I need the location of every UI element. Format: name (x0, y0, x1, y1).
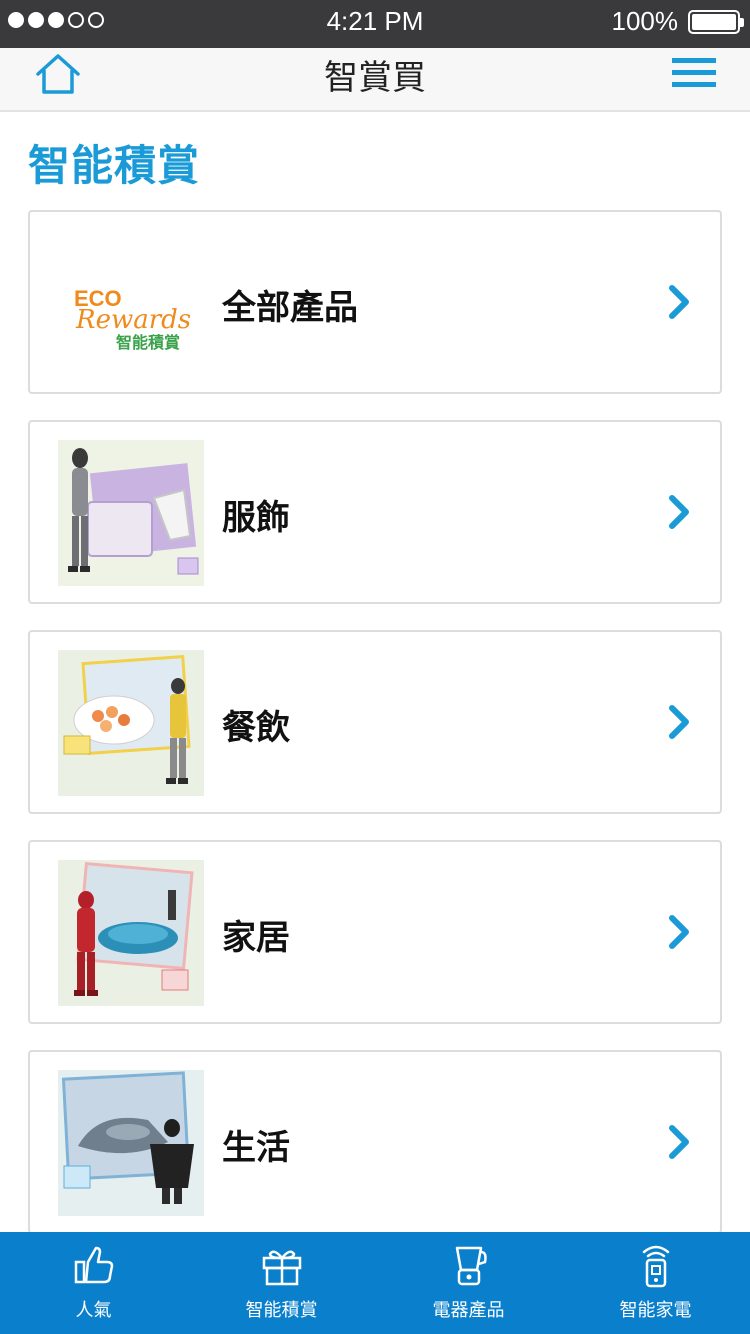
logo-chinese-text: 智能積賞 (116, 333, 180, 352)
chevron-right-icon (669, 285, 689, 319)
dining-thumbnail-image (58, 650, 204, 796)
category-label: 服飾 (222, 498, 290, 538)
tab-label: 智能積賞 (245, 1300, 318, 1321)
category-label: 全部產品 (222, 288, 358, 328)
living-thumbnail-image (58, 1070, 204, 1216)
eco-rewards-logo: ECO Rewards 智能積賞 (58, 230, 204, 376)
category-card-home[interactable]: 家居 (28, 840, 722, 1024)
tab-eco-rewards[interactable]: 智能積賞 (188, 1232, 375, 1334)
category-card-fashion[interactable]: 服飾 (28, 420, 722, 604)
section-title: 智能積賞 (28, 141, 201, 190)
battery-percentage: 100% (611, 6, 679, 36)
gift-icon (262, 1250, 301, 1286)
blender-icon (455, 1246, 487, 1286)
tab-label: 電器產品 (432, 1300, 505, 1321)
category-label: 生活 (222, 1128, 290, 1168)
tab-popular[interactable]: 人氣 (0, 1232, 187, 1334)
category-label: 餐飲 (222, 708, 290, 748)
home-thumbnail-image (58, 860, 204, 1006)
chevron-right-icon (669, 915, 689, 949)
smart-remote-icon (642, 1245, 669, 1288)
chevron-right-icon (669, 495, 689, 529)
category-card-living[interactable]: 生活 (28, 1050, 722, 1234)
thumbs-up-icon (74, 1246, 113, 1284)
chevron-right-icon (669, 705, 689, 739)
tab-smart-appliances[interactable]: 智能家電 (562, 1232, 749, 1334)
tab-appliances[interactable]: 電器產品 (375, 1232, 562, 1334)
category-card-all-products[interactable]: ECO Rewards 智能積賞 全部產品 (28, 210, 722, 394)
category-card-dining[interactable]: 餐飲 (28, 630, 722, 814)
nav-header: 智賞買 (0, 48, 750, 112)
hamburger-menu-icon[interactable] (672, 58, 716, 88)
chevron-right-icon (669, 1125, 689, 1159)
tab-label: 智能家電 (619, 1300, 692, 1321)
bottom-tab-bar: 人氣 智能積賞 電器產品 智能家電 (0, 1232, 750, 1334)
category-label: 家居 (222, 918, 290, 958)
battery-icon (688, 10, 744, 34)
page-title: 智賞買 (324, 58, 426, 98)
logo-rewards-text: Rewards (75, 305, 191, 335)
tab-label: 人氣 (75, 1300, 112, 1321)
status-bar: 4:21 PM 100% (0, 0, 750, 48)
fashion-thumbnail-image (58, 440, 204, 586)
